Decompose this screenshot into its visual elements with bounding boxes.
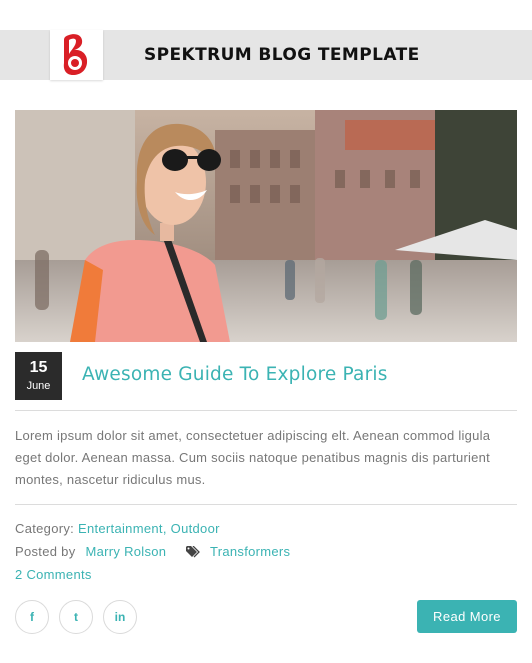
- post-date-badge: 15 June: [15, 352, 62, 400]
- posted-by-label: Posted by: [15, 544, 76, 559]
- twitter-share-button[interactable]: t: [59, 600, 93, 634]
- linkedin-share-button[interactable]: in: [103, 600, 137, 634]
- post-date-day: 15: [29, 359, 48, 376]
- category-link-outdoor[interactable]: Outdoor: [171, 521, 220, 536]
- post-author-row: Posted by Marry Rolson Transformers: [15, 544, 290, 559]
- twitter-icon: t: [74, 610, 78, 624]
- tag-link[interactable]: Transformers: [210, 544, 290, 559]
- comments-link[interactable]: 2 Comments: [15, 567, 92, 582]
- divider: [15, 504, 517, 505]
- linkedin-icon: in: [114, 610, 126, 624]
- post-excerpt: Lorem ipsum dolor sit amet, consectetuer…: [15, 428, 491, 487]
- category-label: Category:: [15, 521, 75, 536]
- post-featured-image[interactable]: [15, 110, 517, 342]
- post-title-link[interactable]: Awesome Guide To Explore Paris: [82, 364, 388, 385]
- tag-icon: [186, 546, 201, 558]
- woman-with-camera-image: [15, 110, 517, 342]
- author-link[interactable]: Marry Rolson: [85, 544, 166, 559]
- post-date-month: June: [26, 380, 51, 392]
- logo[interactable]: [50, 30, 103, 80]
- read-more-button[interactable]: Read More: [417, 600, 517, 633]
- divider: [15, 410, 517, 411]
- category-link-entertainment[interactable]: Entertainment,: [78, 521, 167, 536]
- post-category-row: Category: Entertainment, Outdoor: [15, 521, 220, 536]
- comments-row: 2 Comments: [15, 567, 92, 582]
- facebook-icon: f: [30, 610, 34, 624]
- site-title: SPEKTRUM BLOG TEMPLATE: [144, 45, 420, 65]
- facebook-share-button[interactable]: f: [15, 600, 49, 634]
- spektrum-logo-icon: [63, 34, 87, 75]
